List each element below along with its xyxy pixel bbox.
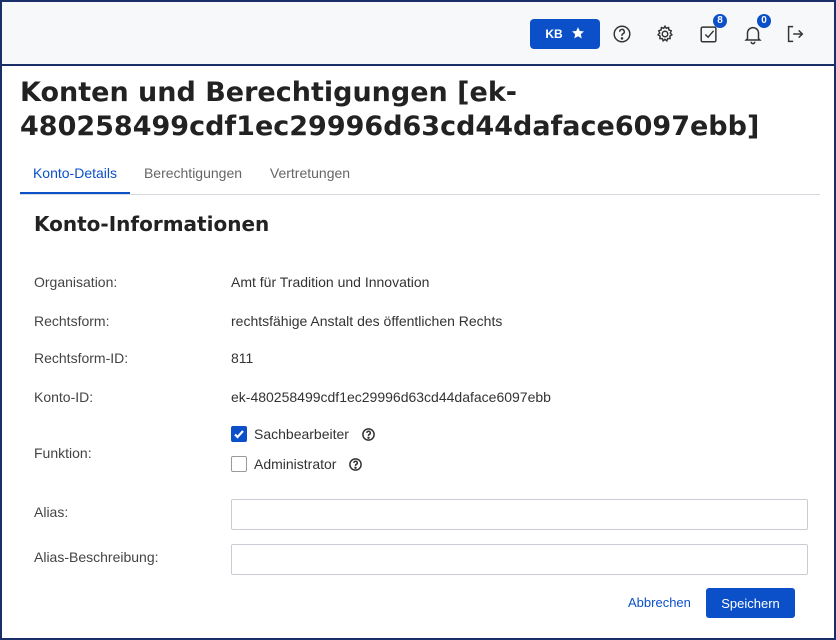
alias-input[interactable] [231, 499, 808, 530]
logout-icon[interactable] [784, 23, 806, 45]
sachbearbeiter-checkbox[interactable] [231, 426, 247, 442]
konto-id-label: Konto-ID: [34, 389, 94, 405]
sachbearbeiter-option: Sachbearbeiter [231, 426, 376, 442]
user-initials: KB [545, 27, 563, 41]
tab-vertretungen[interactable]: Vertretungen [260, 154, 360, 194]
tab-konto-details[interactable]: Konto-Details [20, 154, 130, 194]
checkmark-icon [234, 430, 244, 439]
organisation-label: Organisation: [34, 274, 118, 290]
gear-icon[interactable] [654, 23, 676, 45]
konto-id-value: ek-480258499cdf1ec29996d63cd44daface6097… [231, 389, 551, 405]
tasks-check-icon[interactable]: 8 [698, 14, 727, 45]
cancel-button[interactable]: Abbrechen [628, 595, 691, 610]
section-title: Konto-Informationen [34, 212, 270, 236]
rechtsform-id-value: 811 [231, 350, 254, 366]
help-circle-icon[interactable] [361, 427, 376, 442]
alias-beschreibung-label: Alias-Beschreibung: [34, 549, 159, 565]
save-button[interactable]: Speichern [706, 588, 795, 618]
user-favorites-button[interactable]: KB [530, 19, 600, 49]
rechtsform-id-label: Rechtsform-ID: [34, 350, 129, 366]
rechtsform-value: rechtsfähige Anstalt des öffentlichen Re… [231, 313, 503, 329]
tab-berechtigungen[interactable]: Berechtigungen [138, 154, 248, 194]
star-icon [571, 26, 585, 43]
help-circle-icon[interactable] [348, 457, 363, 472]
help-icon[interactable] [611, 23, 633, 45]
sachbearbeiter-label: Sachbearbeiter [254, 426, 349, 442]
top-bar: KB 8 0 [2, 2, 834, 66]
rechtsform-label: Rechtsform: [34, 313, 110, 329]
alias-beschreibung-input[interactable] [231, 544, 808, 575]
administrator-checkbox[interactable] [231, 456, 247, 472]
alias-label: Alias: [34, 504, 69, 520]
bell-icon[interactable]: 0 [742, 14, 771, 45]
organisation-value: Amt für Tradition und Innovation [231, 274, 430, 290]
tasks-count-badge: 8 [713, 14, 727, 28]
administrator-option: Administrator [231, 456, 363, 472]
administrator-label: Administrator [254, 456, 337, 472]
funktion-label: Funktion: [34, 445, 92, 461]
notifications-count-badge: 0 [757, 14, 771, 28]
tab-bar: Konto-Details Berechtigungen Vertretunge… [20, 154, 820, 195]
page-title: Konten und Berechtigungen [ek-480258499c… [20, 77, 760, 142]
